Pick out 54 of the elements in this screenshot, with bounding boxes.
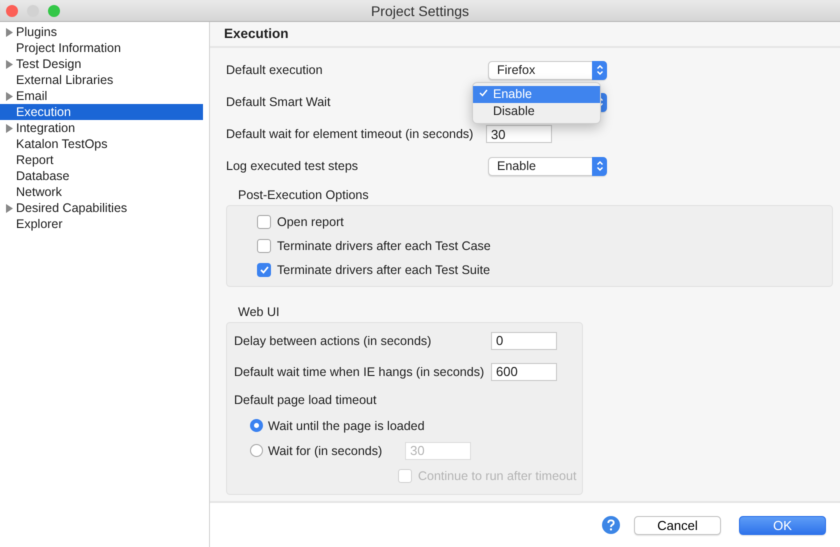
radio-button[interactable]	[250, 419, 263, 432]
sidebar-item[interactable]: Plugins	[0, 24, 203, 40]
sidebar-item[interactable]: Report	[0, 152, 203, 168]
setting-label: Default Smart Wait	[226, 95, 332, 109]
menu-option[interactable]: Enable	[473, 86, 600, 102]
sidebar-item[interactable]: Integration	[0, 120, 203, 136]
field-label: Default page load timeout	[234, 393, 376, 407]
collapsed-arrow-icon[interactable]	[5, 60, 13, 68]
sidebar-item[interactable]: Project Information	[0, 40, 203, 56]
dropdown[interactable]: Enable	[488, 156, 607, 176]
group-title: Post-Execution Options	[238, 188, 369, 202]
close-icon[interactable]	[6, 4, 18, 16]
checkbox-label: Terminate drivers after each Test Case	[277, 239, 491, 253]
setting-label: Default wait for element timeout (in seconds)	[226, 127, 474, 141]
sidebar-item[interactable]: Explorer	[0, 216, 203, 232]
sidebar-item[interactable]: Database	[0, 168, 203, 184]
checkbox-label: Continue to run after timeout	[418, 468, 576, 482]
sidebar-item[interactable]: Desired Capabilities	[0, 200, 203, 216]
menu-option[interactable]: Disable	[473, 102, 600, 120]
sidebar-item[interactable]: Test Design	[0, 56, 203, 72]
field-label: Default wait time when IE hangs (in seconds)	[234, 364, 486, 378]
checkbox[interactable]	[257, 239, 271, 253]
checkmark-icon	[479, 89, 488, 97]
radio-label: Wait for (in seconds)	[268, 444, 382, 458]
window-title: Project Settings	[370, 2, 470, 18]
checkbox-label: Open report	[277, 215, 344, 229]
help-icon[interactable]	[602, 516, 620, 534]
sidebar-item[interactable]: Katalon TestOps	[0, 136, 203, 152]
group-title: Web UI	[238, 305, 280, 319]
input-field[interactable]: 0	[491, 332, 557, 350]
stepper-icon	[596, 64, 604, 76]
dropdown[interactable]: Firefox	[488, 60, 607, 80]
panel-title: Execution	[224, 26, 289, 41]
field-label: Delay between actions (in seconds)	[234, 334, 432, 348]
ok-button[interactable]: OK	[739, 516, 826, 534]
radio-label: Wait until the page is loaded	[268, 418, 425, 432]
stepper-icon	[596, 160, 604, 172]
collapsed-arrow-icon[interactable]	[5, 28, 13, 36]
setting-label: Log executed test steps	[226, 159, 360, 173]
collapsed-arrow-icon[interactable]	[5, 204, 13, 212]
zoom-icon[interactable]	[48, 4, 60, 16]
checkbox[interactable]	[257, 215, 271, 229]
collapsed-arrow-icon[interactable]	[5, 92, 13, 100]
checkbox-label: Terminate drivers after each Test Suite	[277, 263, 490, 277]
checkbox[interactable]	[257, 263, 271, 277]
sidebar-item[interactable]: External Libraries	[0, 72, 203, 88]
setting-label: Default execution	[226, 63, 324, 77]
input-field[interactable]: 600	[491, 362, 557, 380]
sidebar-item[interactable]: Network	[0, 184, 203, 200]
sidebar-item[interactable]: Execution	[0, 104, 203, 120]
sidebar-item[interactable]: Email	[0, 88, 203, 104]
cancel-button[interactable]: Cancel	[634, 516, 721, 534]
input-field[interactable]: 30	[486, 125, 552, 143]
collapsed-arrow-icon[interactable]	[5, 124, 13, 132]
